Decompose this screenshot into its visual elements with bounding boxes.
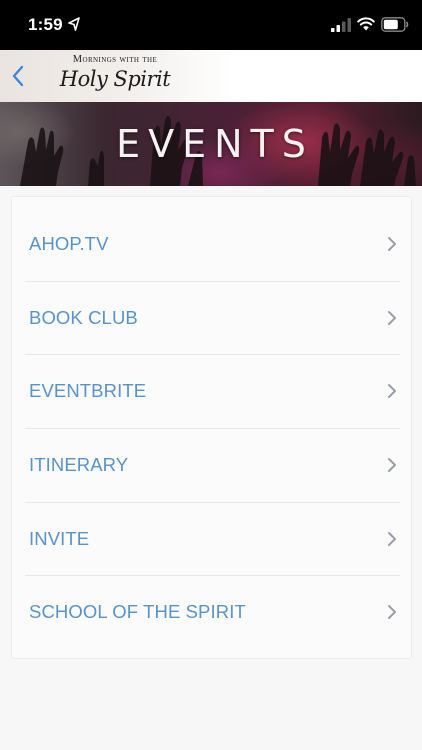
cellular-signal-icon (331, 18, 351, 32)
chevron-right-icon (388, 237, 396, 251)
chevron-right-icon (388, 605, 396, 619)
app-logo[interactable]: Mornings with the Holy Spirit (40, 54, 190, 100)
menu-item-itinerary[interactable]: ITINERARY (25, 428, 400, 502)
menu-item-ahop-tv[interactable]: AHOP.TV (25, 207, 400, 281)
nav-header: Mornings with the Holy Spirit (0, 50, 422, 102)
chevron-right-icon (388, 458, 396, 472)
chevron-right-icon (388, 311, 396, 325)
menu-item-label: INVITE (29, 528, 90, 549)
location-arrow-icon (68, 17, 80, 31)
chevron-right-icon (388, 532, 396, 546)
logo-line-1: Mornings with the (72, 54, 158, 65)
chevron-right-icon (388, 384, 396, 398)
menu-item-label: ITINERARY (29, 454, 129, 475)
status-bar: 1:59 (0, 0, 422, 50)
menu-item-label: SCHOOL OF THE SPIRIT (29, 601, 246, 622)
menu-item-book-club[interactable]: BOOK CLUB (25, 281, 400, 355)
banner-title: EVENTS (116, 122, 314, 166)
wifi-icon (357, 17, 375, 31)
menu-item-label: AHOP.TV (29, 233, 109, 254)
battery-icon (381, 17, 409, 32)
menu-item-eventbrite[interactable]: EVENTBRITE (25, 354, 400, 428)
events-banner: EVENTS (0, 102, 422, 186)
menu-item-label: BOOK CLUB (29, 307, 138, 328)
back-button[interactable] (4, 62, 32, 90)
status-time: 1:59 (28, 15, 63, 34)
menu-item-invite[interactable]: INVITE (25, 502, 400, 576)
menu-item-school-of-the-spirit[interactable]: SCHOOL OF THE SPIRIT (25, 575, 400, 649)
menu-item-label: EVENTBRITE (29, 380, 147, 401)
chevron-left-icon (12, 65, 24, 87)
events-menu: AHOP.TV BOOK CLUB EVENTBRITE ITINERARY I… (11, 196, 412, 659)
logo-line-2: Holy Spirit (59, 67, 171, 91)
